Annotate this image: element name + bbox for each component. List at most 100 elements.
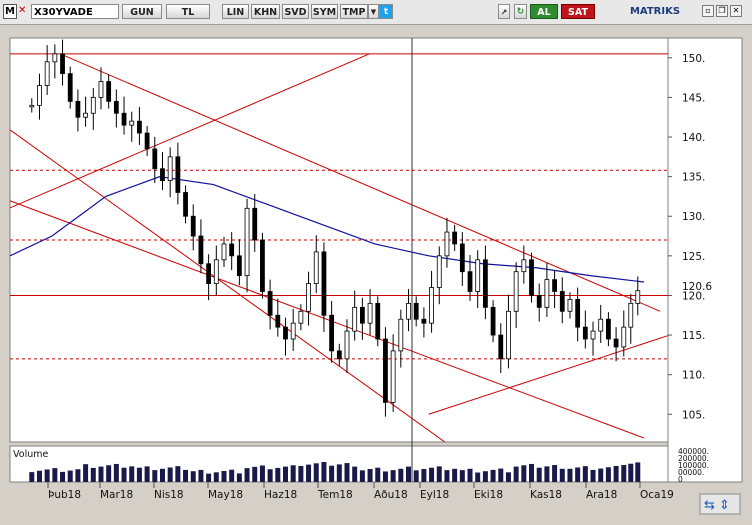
volume-bar xyxy=(136,467,142,482)
symbol-field[interactable]: X30YVADE xyxy=(31,4,119,19)
volume-bar xyxy=(459,470,465,482)
candle-body xyxy=(290,322,296,340)
close-icon[interactable]: ✕ xyxy=(730,5,742,17)
candle-body xyxy=(121,112,127,126)
restore-icon[interactable]: ❐ xyxy=(716,5,728,17)
period-button[interactable]: GUN xyxy=(122,4,162,19)
volume-bar xyxy=(367,469,373,482)
candle-body xyxy=(429,287,434,324)
volume-bar xyxy=(390,470,396,482)
candle-body xyxy=(498,334,504,360)
x-tick-label: Þub18 xyxy=(48,489,81,501)
candle-body xyxy=(467,271,473,292)
candle-body xyxy=(506,310,511,360)
volume-bar xyxy=(175,466,181,482)
volume-bar xyxy=(521,465,527,482)
candle-body xyxy=(559,291,565,312)
twitter-icon[interactable]: t xyxy=(379,4,393,19)
candle-body xyxy=(413,302,419,320)
currency-button[interactable]: TL xyxy=(166,4,210,19)
candle-body xyxy=(482,259,488,308)
volume-bar xyxy=(259,465,265,482)
candle-body xyxy=(198,235,204,265)
dropdown-icon[interactable]: ▼ xyxy=(368,4,379,19)
candle-button[interactable]: KHN xyxy=(251,4,280,19)
candle-body xyxy=(635,290,641,304)
x-tick-label: Aðu18 xyxy=(374,489,408,501)
y-tick-label: 140. xyxy=(682,132,705,144)
candle-body xyxy=(421,318,427,324)
close-chart-icon[interactable]: ✕ xyxy=(18,5,28,17)
candle-body xyxy=(75,100,81,118)
volume-bar xyxy=(129,466,135,482)
volume-bar xyxy=(52,468,58,482)
volume-bar xyxy=(244,468,250,482)
save-button[interactable]: SVD xyxy=(282,4,309,19)
volume-bar xyxy=(190,471,196,482)
x-tick-label: Eyl18 xyxy=(420,489,449,501)
candle-body xyxy=(352,306,358,332)
volume-bar xyxy=(505,472,511,482)
volume-bar xyxy=(375,467,381,482)
volume-bar xyxy=(429,467,435,482)
x-tick-label: Mar18 xyxy=(100,489,133,501)
volume-bar xyxy=(482,471,488,482)
volume-bar xyxy=(467,468,473,482)
candle-body xyxy=(183,192,188,217)
candle-body xyxy=(621,326,627,348)
volume-bar xyxy=(98,466,104,482)
candle-body xyxy=(37,85,42,106)
volume-bar xyxy=(29,472,35,482)
matriks-logo-icon[interactable]: M xyxy=(3,4,17,19)
x-tick-label: May18 xyxy=(208,489,243,501)
symbol-button[interactable]: SYM xyxy=(311,4,338,19)
candle-body xyxy=(236,255,242,277)
sell-button[interactable]: SAT xyxy=(561,4,595,19)
candle-body xyxy=(298,310,304,324)
volume-bar xyxy=(60,471,66,482)
candle-body xyxy=(167,156,173,181)
volume-bar xyxy=(275,467,281,482)
y-tick-label: 145. xyxy=(682,92,705,104)
volume-bar xyxy=(544,466,550,482)
candle-body xyxy=(144,132,150,150)
x-tick-label: Kas18 xyxy=(530,489,562,501)
candle-body xyxy=(444,231,450,257)
candle-body xyxy=(452,231,458,245)
volume-bar xyxy=(605,467,611,482)
volume-bar xyxy=(75,469,81,482)
volume-panel-label: Volume xyxy=(13,449,48,460)
candle-body xyxy=(436,255,442,288)
candle-body xyxy=(613,338,619,348)
candle-body xyxy=(475,259,481,292)
candle-body xyxy=(83,112,88,118)
volume-bar xyxy=(206,473,212,482)
volume-bar xyxy=(359,470,365,482)
candle-body xyxy=(575,299,581,328)
volume-bar xyxy=(252,466,258,482)
price-chart[interactable]: 105.110.115.120.125.130.135.140.145.150.… xyxy=(0,24,752,522)
candle-body xyxy=(544,279,550,308)
volume-bar xyxy=(83,464,89,482)
candle-body xyxy=(52,53,58,63)
volume-bar xyxy=(406,466,412,482)
tile-icon[interactable]: ▫ xyxy=(702,5,714,17)
template-button[interactable]: TMP xyxy=(340,4,368,19)
volume-bar xyxy=(344,463,350,482)
buy-button[interactable]: AL xyxy=(530,4,558,19)
y-tick-label: 110. xyxy=(682,370,705,382)
volume-bar xyxy=(329,465,335,482)
refresh-icon[interactable]: ↻ xyxy=(514,4,527,19)
candle-body xyxy=(552,279,557,292)
candle-body xyxy=(344,330,350,360)
last-price-label: 120.6 xyxy=(682,281,712,293)
candle-body xyxy=(137,120,142,134)
pin-icon[interactable]: ↗ xyxy=(498,4,510,19)
volume-bar xyxy=(413,470,419,482)
candle-body xyxy=(221,243,227,261)
candle-body xyxy=(529,259,534,296)
candle-body xyxy=(283,326,288,340)
volume-bar xyxy=(221,471,227,482)
linear-button[interactable]: LIN xyxy=(222,4,249,19)
volume-bar xyxy=(229,469,235,482)
